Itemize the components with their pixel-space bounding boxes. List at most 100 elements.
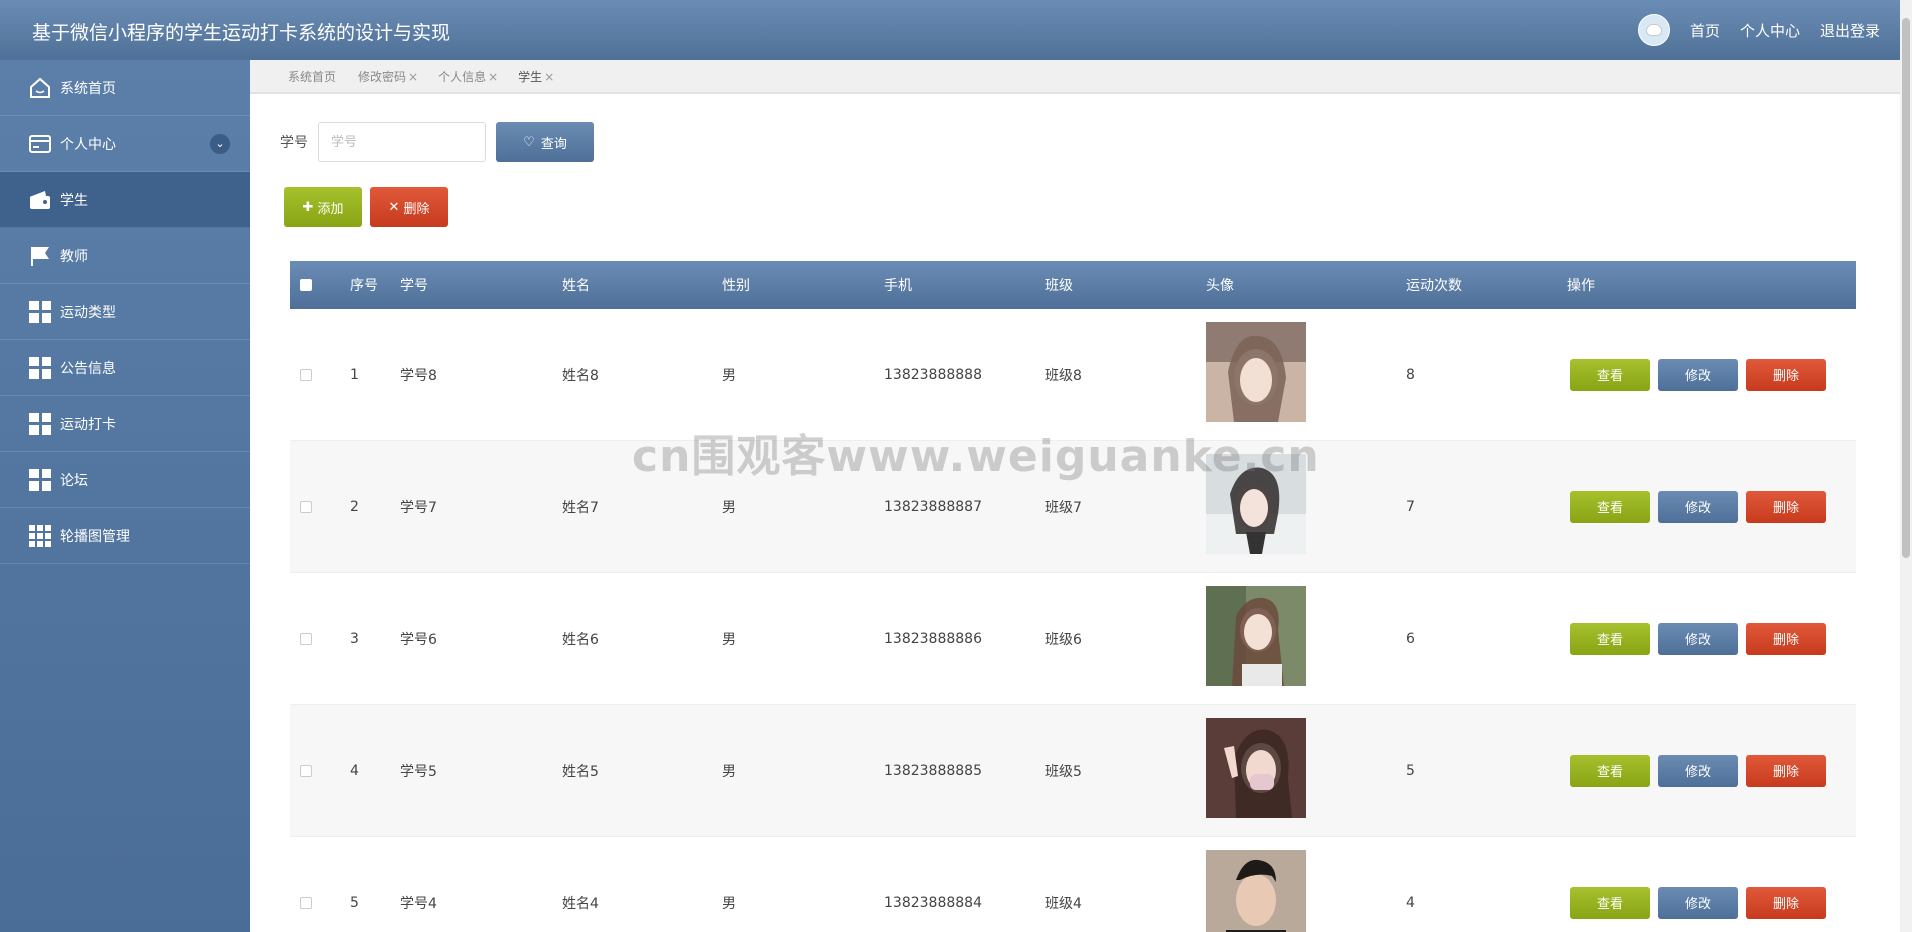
row-actions: 查看 修改 删除 <box>1570 886 1826 919</box>
sidebar-item-label: 运动打卡 <box>60 416 116 433</box>
edit-button[interactable]: 修改 <box>1658 358 1738 391</box>
top-nav: 首页 个人中心 退出登录 <box>1637 14 1880 46</box>
cell-gender: 男 <box>722 499 736 516</box>
tab-personal-info[interactable]: 个人信息 × <box>438 68 498 85</box>
nav-profile-link[interactable]: 个人中心 <box>1740 20 1800 41</box>
cell-student-no: 学号8 <box>400 367 437 384</box>
cell-phone: 13823888887 <box>884 498 982 515</box>
view-button[interactable]: 查看 <box>1570 886 1650 919</box>
grid-icon <box>28 468 52 492</box>
close-icon[interactable]: × <box>488 70 498 84</box>
edit-button[interactable]: 修改 <box>1658 622 1738 655</box>
row-checkbox[interactable] <box>300 368 312 381</box>
view-button[interactable]: 查看 <box>1570 358 1650 391</box>
table-row: 1 学号8 姓名8 男 13823888888 班级8 8 查看 修改 删除 <box>290 309 1856 441</box>
tab-change-password[interactable]: 修改密码 × <box>358 68 418 85</box>
delete-row-button[interactable]: 删除 <box>1746 886 1826 919</box>
sidebar-item-label: 运动类型 <box>60 304 116 321</box>
sidebar-item-teacher[interactable]: 教师 <box>0 228 250 284</box>
sidebar-item-student[interactable]: 学生 <box>0 172 250 228</box>
cell-student-no: 学号4 <box>400 895 437 912</box>
edit-button[interactable]: 修改 <box>1658 754 1738 787</box>
query-button[interactable]: ♡ 查询 <box>496 122 594 162</box>
close-icon[interactable]: × <box>408 70 418 84</box>
cell-gender: 男 <box>722 895 736 912</box>
sidebar-item-forum[interactable]: 论坛 <box>0 452 250 508</box>
column-header: 手机 <box>884 278 912 294</box>
row-checkbox[interactable] <box>300 632 312 645</box>
cell-phone: 13823888888 <box>884 366 982 383</box>
grid-icon <box>28 356 52 380</box>
sidebar-item-label: 公告信息 <box>60 360 116 377</box>
logout-link[interactable]: 退出登录 <box>1820 20 1880 41</box>
view-button[interactable]: 查看 <box>1570 490 1650 523</box>
row-checkbox[interactable] <box>300 896 312 909</box>
cell-student-no: 学号7 <box>400 499 437 516</box>
cell-count: 6 <box>1406 630 1415 647</box>
cell-class: 班级5 <box>1045 763 1082 780</box>
sidebar-item-checkin[interactable]: 运动打卡 <box>0 396 250 452</box>
avatar-photo <box>1206 718 1306 818</box>
cell-phone: 13823888885 <box>884 762 982 779</box>
view-button[interactable]: 查看 <box>1570 754 1650 787</box>
sidebar-item-carousel[interactable]: 轮播图管理 <box>0 508 250 564</box>
delete-row-button[interactable]: 删除 <box>1746 490 1826 523</box>
cell-class: 班级8 <box>1045 367 1082 384</box>
select-all-checkbox[interactable] <box>300 279 312 291</box>
card-icon <box>28 132 52 156</box>
cell-gender: 男 <box>722 631 736 648</box>
avatar-photo <box>1206 454 1306 554</box>
heart-icon: ♡ <box>523 134 535 150</box>
view-button[interactable]: 查看 <box>1570 622 1650 655</box>
add-button[interactable]: ✚ 添加 <box>284 187 362 227</box>
sidebar-item-profile[interactable]: 个人中心 ⌄ <box>0 116 250 172</box>
row-actions: 查看 修改 删除 <box>1570 754 1826 787</box>
column-header: 班级 <box>1045 278 1073 294</box>
avatar[interactable] <box>1637 14 1670 46</box>
edit-button[interactable]: 修改 <box>1658 886 1738 919</box>
search-label: 学号 <box>280 135 308 151</box>
sidebar-item-label: 系统首页 <box>60 80 116 97</box>
sidebar-item-sport-type[interactable]: 运动类型 <box>0 284 250 340</box>
sidebar-item-label: 教师 <box>60 248 88 265</box>
row-checkbox[interactable] <box>300 500 312 513</box>
avatar-photo <box>1206 322 1306 422</box>
column-header: 操作 <box>1567 278 1595 294</box>
cell-gender: 男 <box>722 763 736 780</box>
cell-index: 2 <box>350 498 359 515</box>
cell-class: 班级7 <box>1045 499 1082 516</box>
table-row: 4 学号5 姓名5 男 13823888885 班级5 5 查看 修改 删除 <box>290 705 1856 837</box>
delete-button[interactable]: ✕ 删除 <box>370 187 448 227</box>
close-icon: ✕ <box>388 199 400 215</box>
row-actions: 查看 修改 删除 <box>1570 490 1826 523</box>
avatar-photo <box>1206 586 1306 686</box>
cell-index: 5 <box>350 894 359 911</box>
top-header: 基于微信小程序的学生运动打卡系统的设计与实现 首页 个人中心 退出登录 <box>0 0 1900 60</box>
row-actions: 查看 修改 删除 <box>1570 622 1826 655</box>
nav-home-link[interactable]: 首页 <box>1690 20 1720 41</box>
search-bar: 学号 ♡ 查询 <box>280 122 594 162</box>
delete-row-button[interactable]: 删除 <box>1746 754 1826 787</box>
tab-student[interactable]: 学生 × <box>518 68 554 85</box>
sidebar-item-home[interactable]: 系统首页 <box>0 60 250 116</box>
chevron-down-icon[interactable]: ⌄ <box>210 133 230 154</box>
sidebar-item-label: 轮播图管理 <box>60 528 130 545</box>
row-checkbox[interactable] <box>300 764 312 777</box>
cell-name: 姓名8 <box>562 367 599 384</box>
column-header: 姓名 <box>562 278 590 294</box>
sidebar-item-notice[interactable]: 公告信息 <box>0 340 250 396</box>
cell-class: 班级6 <box>1045 631 1082 648</box>
close-icon[interactable]: × <box>544 70 554 84</box>
grid9-icon <box>28 524 52 548</box>
cell-class: 班级4 <box>1045 895 1082 912</box>
delete-row-button[interactable]: 删除 <box>1746 358 1826 391</box>
sidebar: 系统首页 个人中心 ⌄ 学生 教师 运动类型 公告信息 运动打卡 论坛 轮播图管 <box>0 60 250 932</box>
scrollbar[interactable] <box>1900 0 1912 932</box>
scrollbar-thumb[interactable] <box>1902 18 1910 558</box>
delete-row-button[interactable]: 删除 <box>1746 622 1826 655</box>
toolbar: ✚ 添加 ✕ 删除 <box>284 187 448 227</box>
edit-button[interactable]: 修改 <box>1658 490 1738 523</box>
student-no-input[interactable] <box>318 122 486 162</box>
grid-icon <box>28 300 52 324</box>
tab-home[interactable]: 系统首页 <box>288 68 338 85</box>
